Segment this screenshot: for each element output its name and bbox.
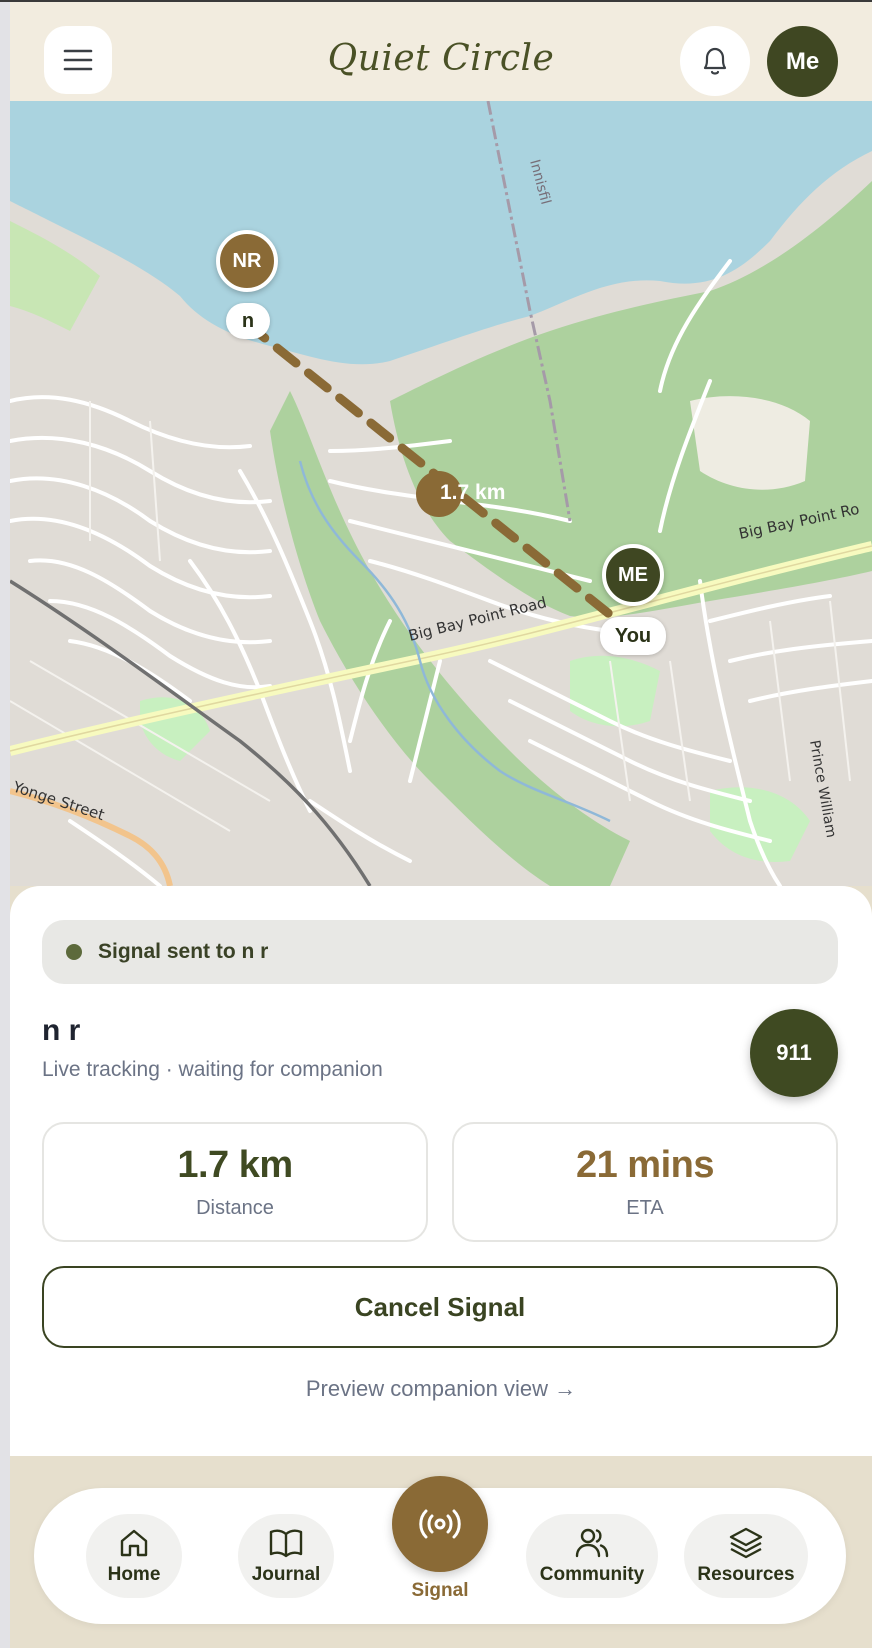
home-icon xyxy=(120,1529,148,1557)
app-header: Quiet Circle Me xyxy=(10,2,872,101)
distance-value: 1.7 km xyxy=(177,1144,293,1186)
signal-status-text: Signal sent to n r xyxy=(98,940,269,963)
nav-community-label: Community xyxy=(539,1564,645,1585)
map-view[interactable]: Big Bay Point Road Big Bay Point Ro Inni… xyxy=(10,101,872,886)
users-icon xyxy=(575,1528,609,1558)
companion-pin[interactable]: NR xyxy=(216,230,278,292)
profile-avatar[interactable]: Me xyxy=(767,26,838,97)
nav-signal-button[interactable] xyxy=(392,1476,488,1572)
preview-companion-link[interactable]: Preview companion view → xyxy=(10,1376,872,1402)
nav-journal-label: Journal xyxy=(251,1564,321,1585)
status-dot-icon xyxy=(66,944,82,960)
cancel-signal-button[interactable]: Cancel Signal xyxy=(42,1266,838,1348)
companion-pin-label: n xyxy=(226,303,270,339)
bell-icon xyxy=(703,47,727,75)
companion-name: n r xyxy=(42,1014,81,1047)
window-edge xyxy=(0,0,10,1648)
self-pin-label: You xyxy=(600,617,666,655)
broadcast-icon xyxy=(419,1509,461,1539)
distance-label: Distance xyxy=(196,1197,274,1219)
nav-resources[interactable]: Resources xyxy=(684,1514,808,1598)
notifications-button[interactable] xyxy=(680,26,750,96)
nav-journal[interactable]: Journal xyxy=(238,1514,334,1598)
nav-signal-label: Signal xyxy=(411,1580,469,1601)
signal-status-banner: Signal sent to n r xyxy=(42,920,838,984)
nav-home[interactable]: Home xyxy=(86,1514,182,1598)
eta-card: 21 mins ETA xyxy=(452,1122,838,1242)
nav-resources-label: Resources xyxy=(697,1564,795,1585)
emergency-call-button[interactable]: 911 xyxy=(750,1009,838,1097)
eta-label: ETA xyxy=(626,1197,664,1219)
nav-community[interactable]: Community xyxy=(526,1514,658,1598)
signal-sheet: Signal sent to n r n r Live tracking · w… xyxy=(10,886,872,1456)
layers-icon xyxy=(729,1527,763,1559)
book-icon xyxy=(269,1529,303,1558)
bottom-nav: Home Journal Signal Community Resources xyxy=(34,1476,846,1624)
self-pin[interactable]: ME xyxy=(602,544,664,606)
distance-marker-label: 1.7 km xyxy=(440,481,506,504)
distance-card: 1.7 km Distance xyxy=(42,1122,428,1242)
nav-home-label: Home xyxy=(107,1564,161,1585)
eta-value: 21 mins xyxy=(575,1144,715,1186)
tracking-status: Live tracking · waiting for companion xyxy=(42,1058,383,1081)
